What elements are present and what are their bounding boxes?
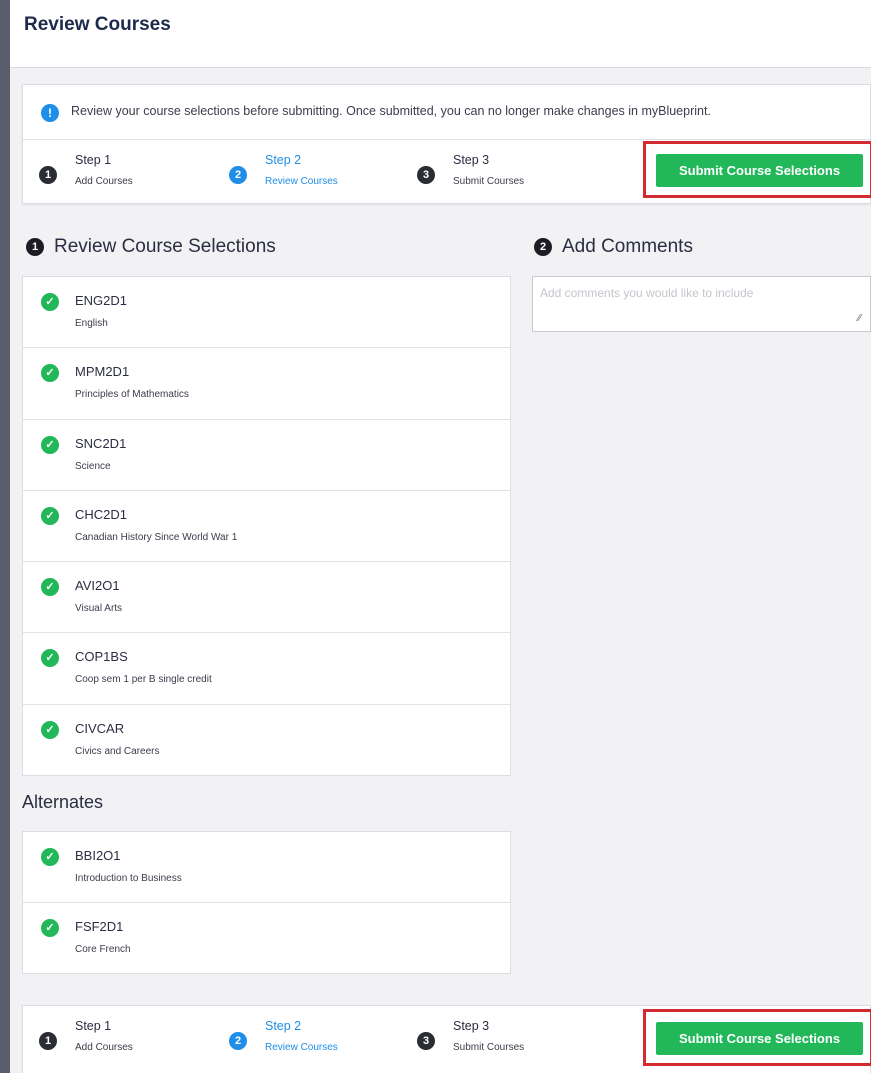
check-circle-icon: ✓ [41,506,59,525]
review-heading-text: Review Course Selections [54,236,276,257]
review-courses-page: Review Courses ! Review your course sele… [10,0,871,1073]
step-1-title: Step 1 [75,153,112,167]
check-circle-icon: ✓ [41,435,59,454]
course-item: ✓ CHC2D1 Canadian History Since World Wa… [23,491,510,563]
comments-section-heading: 2 Add Comments [534,236,693,258]
info-banner: ! Review your course selections before s… [23,85,870,140]
step-2-title: Step 2 [265,153,302,167]
steps-panel-top: ! Review your course selections before s… [22,84,871,204]
section-2-number-icon: 2 [534,238,552,256]
course-item: ✓ AVI2O1 Visual Arts [23,562,510,634]
alternates-list: ✓ BBI2O1 Introduction to Business ✓ FSF2… [22,831,511,974]
submit-highlight-bottom: Submit Course Selections [643,1009,871,1066]
check-circle-icon: ✓ [41,578,59,597]
step-2-subtitle: Review Courses [265,176,338,187]
course-item: ✓ MPM2D1 Principles of Mathematics [23,348,510,420]
course-name: English [75,318,108,329]
check-circle-icon: ✓ [41,364,59,383]
check-circle-icon: ✓ [41,848,59,866]
course-code: COP1BS [75,649,128,665]
course-code: ENG2D1 [75,293,128,308]
step-3-title: Step 3 [453,1019,490,1033]
course-code: AVI2O1 [75,578,120,594]
resize-grip-icon[interactable]: ⁄⁄ [858,314,868,324]
review-section-heading: 1 Review Course Selections [26,236,276,258]
course-name: Principles of Mathematics [75,389,189,401]
check-circle-icon: ✓ [41,649,59,668]
step-1-subtitle: Add Courses [75,1042,133,1053]
course-code: FSF2D1 [75,919,124,935]
course-code: CHC2D1 [75,506,128,522]
page-title: Review Courses [24,14,171,35]
step-2-subtitle: Review Courses [265,1042,338,1053]
comments-textarea[interactable] [532,276,871,332]
course-code: MPM2D1 [75,364,130,380]
course-name: Civics and Careers [75,745,160,757]
course-name: Science [75,460,111,472]
course-name: Core French [75,944,131,956]
course-item: ✓ COP1BS Coop sem 1 per B single credit [23,633,510,705]
step-2-title: Step 2 [265,1019,302,1033]
comments-heading-text: Add Comments [562,236,693,257]
course-name: Introduction to Business [75,873,182,884]
step-3-subtitle: Submit Courses [453,1042,525,1053]
step-1-title: Step 1 [75,1019,112,1033]
course-code: BBI2O1 [75,848,121,863]
page-header: Review Courses [10,0,871,68]
course-item: ✓ BBI2O1 Introduction to Business [23,832,510,904]
submit-highlight-top: Submit Course Selections [643,141,871,198]
steps-panel-bottom: 1 Step 1 Add Courses 2 Step 2 Review Cou… [22,1005,871,1073]
course-code: SNC2D1 [75,435,127,451]
info-text: Review your course selections before sub… [71,104,711,118]
course-item: ✓ SNC2D1 Science [23,420,510,491]
step-2-number-icon: 2 [229,1032,247,1050]
check-circle-icon: ✓ [41,919,59,938]
check-circle-icon: ✓ [41,293,59,311]
step-3-title: Step 3 [453,153,490,167]
step-3-number-icon: 3 [417,166,435,184]
alternates-heading: Alternates [22,792,104,812]
course-code: CIVCAR [75,720,125,736]
course-name: Visual Arts [75,603,123,615]
step-1-subtitle: Add Courses [75,176,133,187]
course-selection-list: ✓ ENG2D1 English ✓ MPM2D1 Principles of … [22,276,511,776]
course-name: Canadian History Since World War 1 [75,531,238,543]
step-1-number-icon: 1 [39,166,57,184]
step-3-number-icon: 3 [417,1032,435,1050]
section-1-number-icon: 1 [26,238,44,256]
check-circle-icon: ✓ [41,720,59,739]
course-item: ✓ FSF2D1 Core French [23,903,510,974]
course-item: ✓ ENG2D1 English [23,277,510,349]
course-item: ✓ CIVCAR Civics and Careers [23,705,510,776]
step-3-subtitle: Submit Courses [453,176,525,187]
step-1-number-icon: 1 [39,1032,57,1050]
submit-course-selections-button-bottom[interactable]: Submit Course Selections [656,1022,863,1055]
info-icon: ! [41,104,59,122]
course-name: Coop sem 1 per B single credit [75,674,212,686]
submit-course-selections-button-top[interactable]: Submit Course Selections [656,154,863,187]
step-2-number-icon: 2 [229,166,247,184]
